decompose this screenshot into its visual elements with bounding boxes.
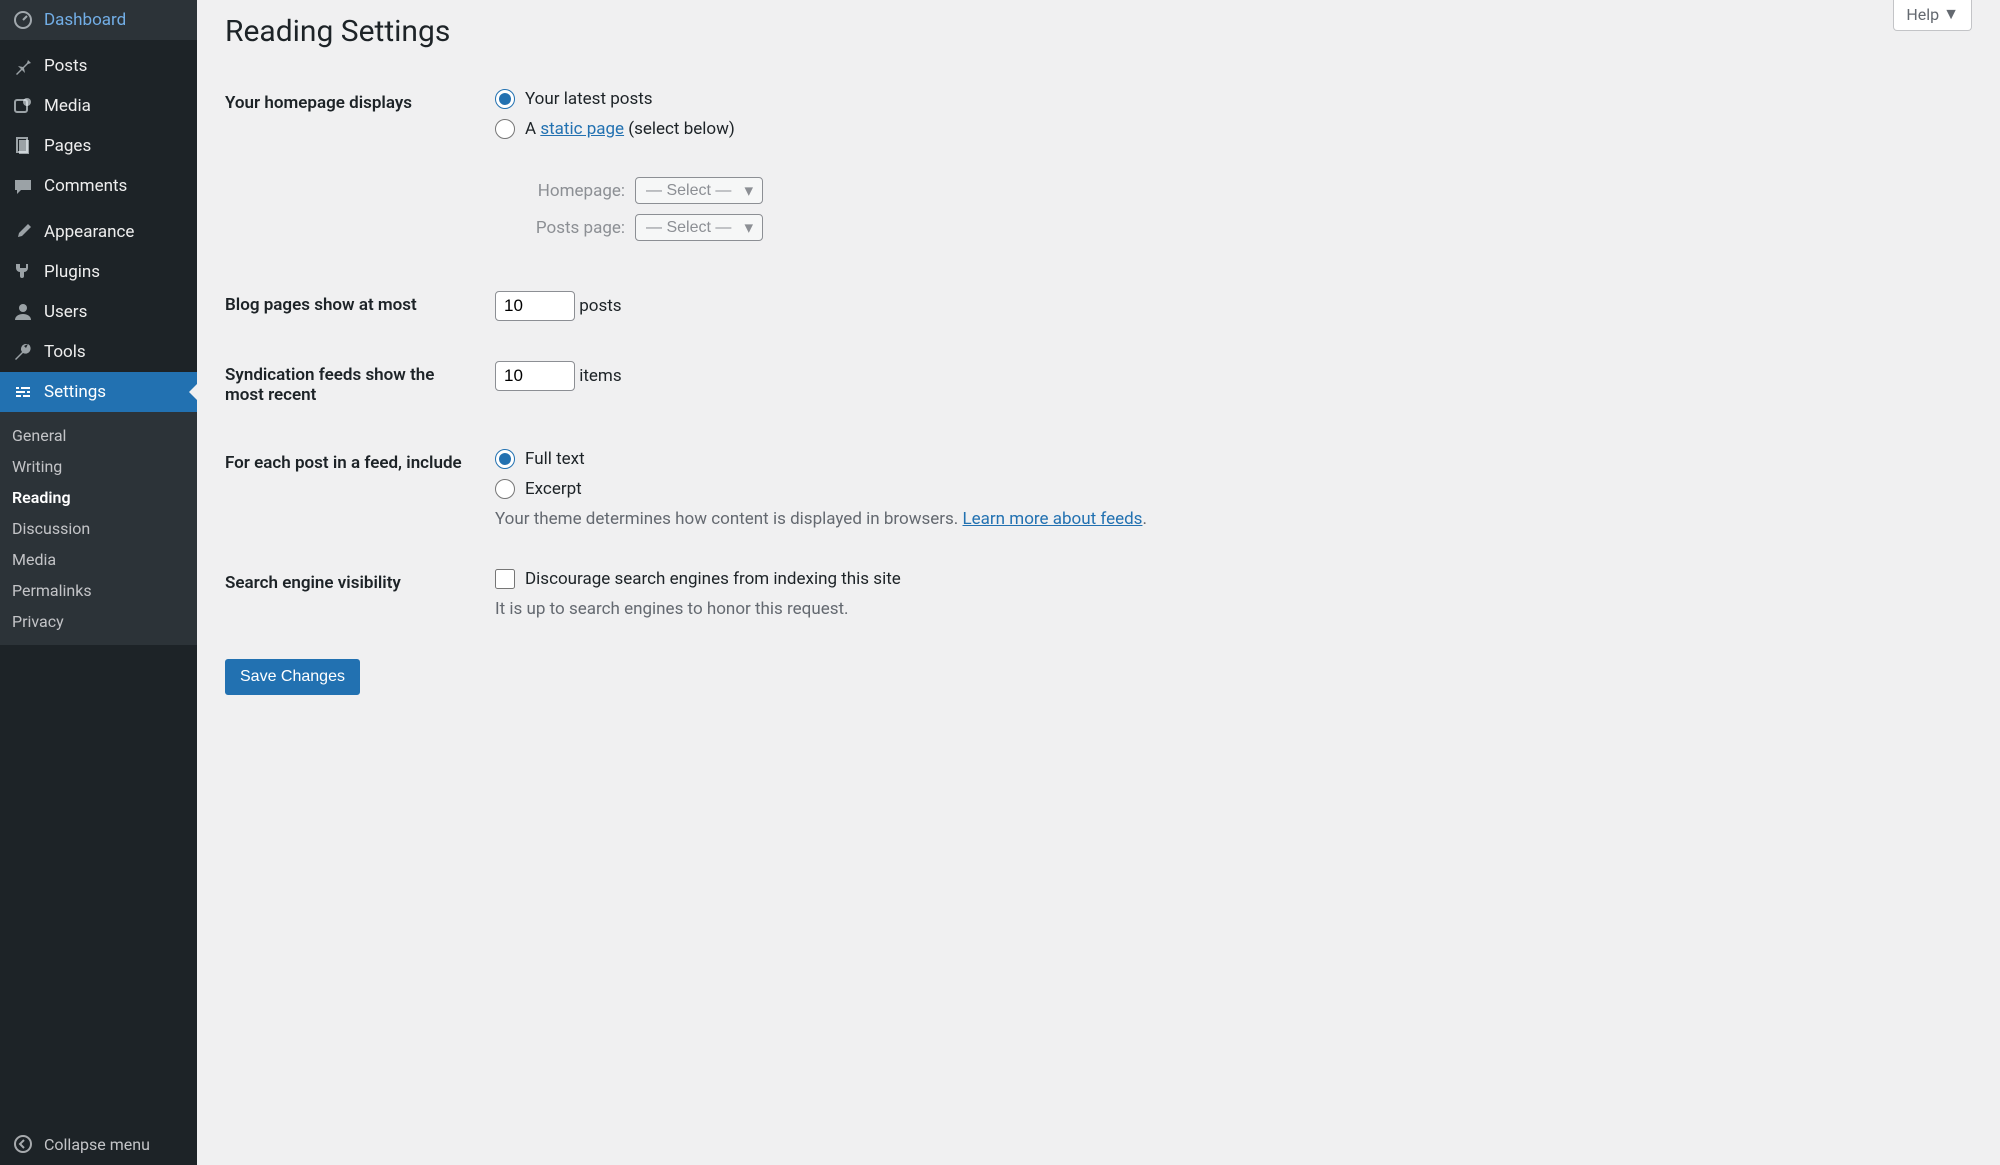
row-label-syndication: Syndication feeds show the most recent — [225, 341, 485, 429]
page-title: Reading Settings — [225, 0, 1972, 69]
sidebar-item-label: Users — [44, 302, 87, 322]
submenu-permalinks[interactable]: Permalinks — [0, 575, 197, 606]
radio-latest-posts-label: Your latest posts — [525, 89, 653, 109]
dashboard-icon — [12, 9, 34, 31]
sidebar-item-label: Posts — [44, 56, 87, 76]
sidebar-item-label: Media — [44, 96, 91, 116]
radio-excerpt[interactable] — [495, 479, 515, 499]
static-page-link[interactable]: static page — [540, 119, 624, 139]
wrench-icon — [12, 341, 34, 363]
sidebar-item-settings[interactable]: Settings — [0, 372, 197, 412]
posts-per-page-input[interactable] — [495, 291, 575, 321]
sidebar-item-appearance[interactable]: Appearance — [0, 212, 197, 252]
brush-icon — [12, 221, 34, 243]
sidebar-item-label: Dashboard — [44, 10, 126, 30]
sidebar-item-dashboard[interactable]: Dashboard — [0, 0, 197, 40]
row-label-blog-pages: Blog pages show at most — [225, 271, 485, 341]
sidebar-item-users[interactable]: Users — [0, 292, 197, 332]
sidebar-item-comments[interactable]: Comments — [0, 166, 197, 206]
submenu-media[interactable]: Media — [0, 544, 197, 575]
help-tab[interactable]: Help ▼ — [1893, 0, 1972, 31]
sidebar-item-label: Appearance — [44, 222, 134, 242]
pin-icon — [12, 55, 34, 77]
pages-icon — [12, 135, 34, 157]
radio-full-text[interactable] — [495, 449, 515, 469]
radio-static-page-label: A static page (select below) — [525, 119, 735, 139]
sidebar-item-pages[interactable]: Pages — [0, 126, 197, 166]
collapse-icon — [12, 1133, 34, 1155]
settings-submenu: General Writing Reading Discussion Media… — [0, 412, 197, 645]
row-label-search-visibility: Search engine visibility — [225, 549, 485, 639]
discourage-search-label: Discourage search engines from indexing … — [525, 569, 901, 589]
homepage-select-label: Homepage: — [525, 181, 625, 201]
sliders-icon — [12, 381, 34, 403]
submenu-discussion[interactable]: Discussion — [0, 513, 197, 544]
items-suffix: items — [579, 366, 621, 386]
admin-sidebar: Dashboard Posts Media Pages Comments App… — [0, 0, 197, 1165]
collapse-menu-button[interactable]: Collapse menu — [0, 1123, 197, 1165]
syndication-items-input[interactable] — [495, 361, 575, 391]
help-label: Help — [1906, 5, 1939, 24]
radio-static-page[interactable] — [495, 119, 515, 139]
main-content: Help ▼ Reading Settings Your homepage di… — [197, 0, 2000, 1165]
plug-icon — [12, 261, 34, 283]
sidebar-item-media[interactable]: Media — [0, 86, 197, 126]
sidebar-item-plugins[interactable]: Plugins — [0, 252, 197, 292]
submenu-writing[interactable]: Writing — [0, 451, 197, 482]
sidebar-item-label: Settings — [44, 382, 106, 402]
sidebar-item-label: Pages — [44, 136, 91, 156]
feed-description: Your theme determines how content is dis… — [495, 509, 1962, 529]
row-label-homepage: Your homepage displays — [225, 69, 485, 271]
homepage-select[interactable]: — Select — — [635, 177, 763, 204]
radio-excerpt-label: Excerpt — [525, 479, 582, 499]
save-changes-button[interactable]: Save Changes — [225, 659, 360, 695]
submenu-general[interactable]: General — [0, 420, 197, 451]
settings-form-table: Your homepage displays Your latest posts… — [225, 69, 1972, 639]
posts-suffix: posts — [579, 296, 621, 316]
media-icon — [12, 95, 34, 117]
sidebar-item-label: Tools — [44, 342, 86, 362]
collapse-label: Collapse menu — [44, 1135, 150, 1154]
submenu-reading[interactable]: Reading — [0, 482, 197, 513]
postspage-select-label: Posts page: — [525, 218, 625, 238]
sidebar-item-label: Comments — [44, 176, 127, 196]
radio-latest-posts[interactable] — [495, 89, 515, 109]
user-icon — [12, 301, 34, 323]
comment-icon — [12, 175, 34, 197]
sidebar-item-posts[interactable]: Posts — [0, 46, 197, 86]
sidebar-item-tools[interactable]: Tools — [0, 332, 197, 372]
discourage-search-checkbox[interactable] — [495, 569, 515, 589]
submenu-privacy[interactable]: Privacy — [0, 606, 197, 637]
radio-full-text-label: Full text — [525, 449, 585, 469]
row-label-feed-include: For each post in a feed, include — [225, 429, 485, 549]
postspage-select[interactable]: — Select — — [635, 214, 763, 241]
search-visibility-description: It is up to search engines to honor this… — [495, 599, 1962, 619]
sidebar-item-label: Plugins — [44, 262, 100, 282]
chevron-down-icon: ▼ — [1943, 4, 1959, 24]
learn-feeds-link[interactable]: Learn more about feeds — [963, 509, 1143, 529]
